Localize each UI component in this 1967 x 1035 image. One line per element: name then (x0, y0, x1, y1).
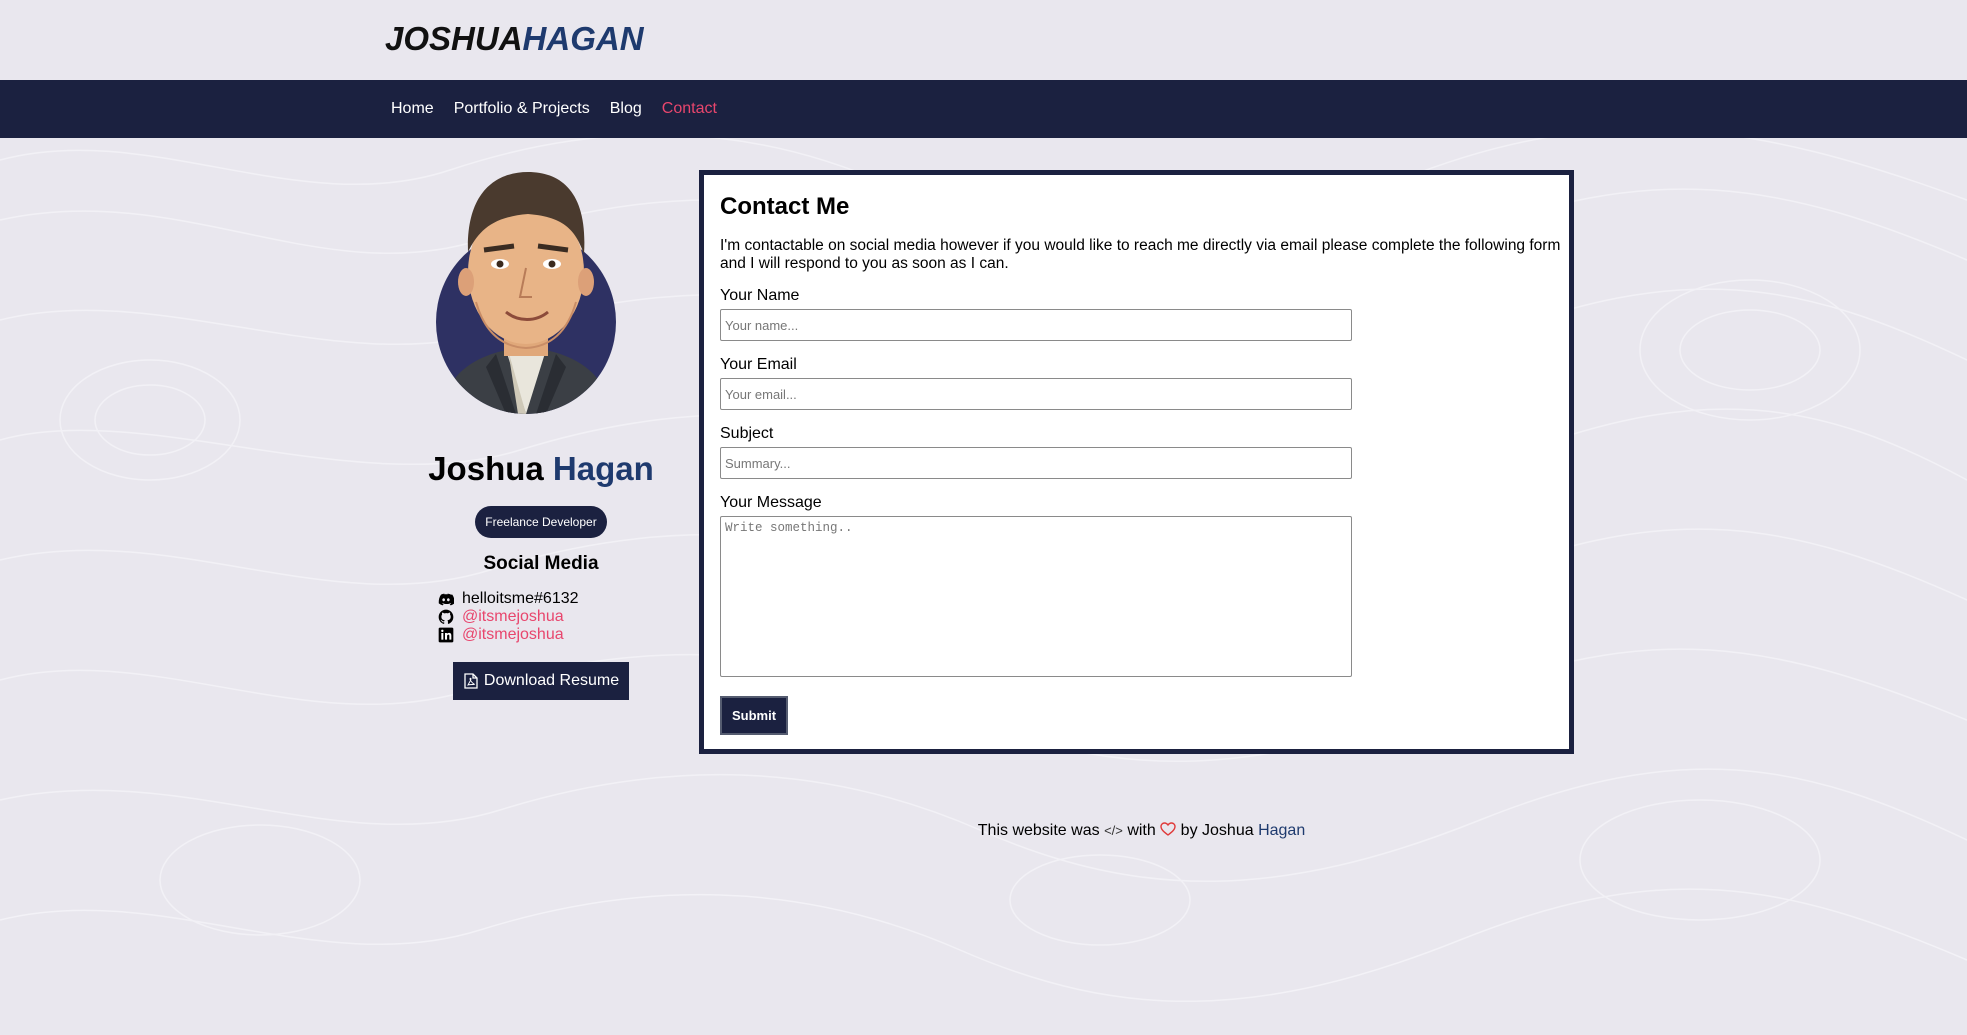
contact-title: Contact Me (720, 193, 850, 220)
social-item-github: @itsmejoshua (438, 608, 662, 626)
message-textarea[interactable] (720, 516, 1352, 677)
name-input[interactable] (720, 309, 1352, 341)
footer-last-name: Hagan (1258, 822, 1306, 839)
logo-first: JOSHUA (385, 20, 523, 57)
profile-last-name: Hagan (552, 450, 654, 487)
email-label: Your Email (720, 356, 797, 373)
site-logo[interactable]: JOSHUAHAGAN (385, 20, 644, 58)
pdf-file-icon (464, 673, 478, 689)
main-nav: Home Portfolio & Projects Blog Contact (0, 80, 1967, 138)
contact-panel: Contact Me I'm contactable on social med… (699, 170, 1574, 754)
avatar (436, 172, 616, 414)
footer-prefix: This website was (977, 822, 1100, 839)
github-link[interactable]: @itsmejoshua (462, 608, 564, 626)
download-resume-label: Download Resume (483, 672, 620, 689)
heart-icon (1160, 822, 1176, 836)
name-label: Your Name (720, 287, 800, 304)
profile-name: Joshua Hagan (420, 450, 662, 488)
download-resume-button[interactable]: Download Resume (452, 662, 630, 700)
social-list: helloitsme#6132 @itsmejoshua @itsmejoshu… (420, 590, 662, 644)
contact-intro: I'm contactable on social media however … (720, 237, 1561, 272)
logo-last: HAGAN (522, 20, 644, 57)
social-item-linkedin: @itsmejoshua (438, 626, 662, 644)
nav-portfolio-projects[interactable]: Portfolio & Projects (454, 100, 590, 118)
email-input[interactable] (720, 378, 1352, 410)
github-icon (438, 609, 454, 624)
discord-handle: helloitsme#6132 (462, 590, 579, 607)
profile-first-name: Joshua (428, 450, 544, 487)
profile-sidebar: Joshua Hagan Freelance Developer Social … (420, 172, 662, 700)
role-badge: Freelance Developer (475, 506, 607, 538)
linkedin-icon (438, 627, 454, 643)
nav-contact[interactable]: Contact (662, 100, 717, 118)
submit-button[interactable]: Submit (720, 696, 789, 735)
linkedin-link[interactable]: @itsmejoshua (462, 626, 564, 644)
social-item-discord: helloitsme#6132 (438, 590, 662, 608)
social-media-heading: Social Media (483, 553, 599, 574)
footer-by: by Joshua (1180, 822, 1254, 839)
site-header: JOSHUAHAGAN (0, 0, 1967, 80)
message-label: Your Message (720, 494, 822, 511)
footer-with: with (1127, 822, 1156, 839)
code-icon: </> (1104, 823, 1123, 838)
nav-blog[interactable]: Blog (610, 100, 642, 118)
subject-input[interactable] (720, 447, 1352, 479)
discord-icon (438, 593, 454, 606)
site-footer: This website was </> with by Joshua Haga… (0, 822, 1967, 840)
subject-label: Subject (720, 425, 774, 442)
nav-home[interactable]: Home (391, 100, 434, 118)
